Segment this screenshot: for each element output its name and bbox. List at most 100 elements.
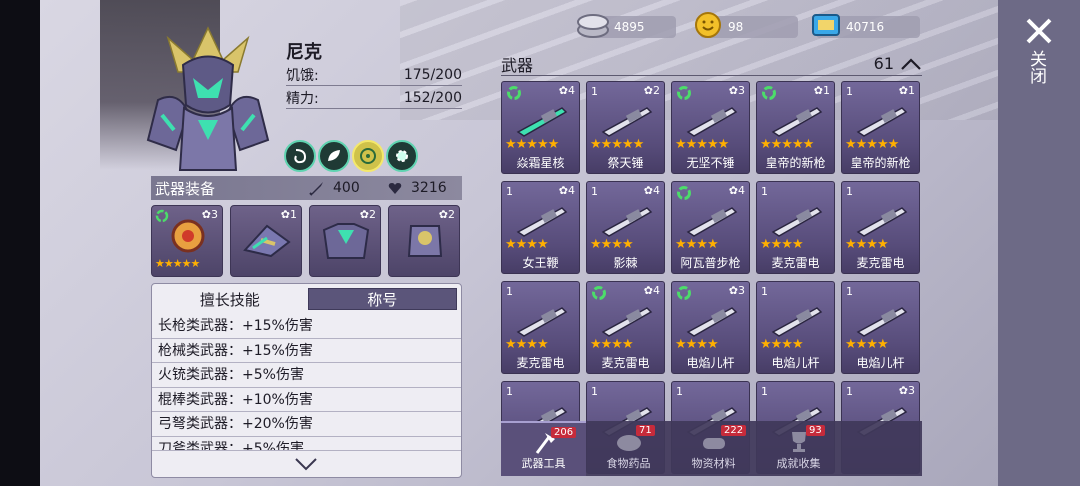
- gear-slot-1[interactable]: ✿3 ★★★★★: [151, 205, 223, 277]
- weapon-card[interactable]: ✿1 ★★★★★ 皇帝的新枪: [756, 81, 835, 174]
- weapon-icon: [516, 207, 568, 237]
- hunger-row: 饥饿: 175/200: [286, 64, 462, 86]
- weapon-card[interactable]: 1 ✿1 ★★★★★ 皇帝的新枪: [841, 81, 920, 174]
- leaf-trait-icon[interactable]: [318, 140, 350, 172]
- nav-count-badge: 206: [551, 427, 577, 438]
- weapon-card[interactable]: ✿3 ★★★★★ 无坚不锤: [671, 81, 750, 174]
- weapon-icon: [856, 107, 908, 137]
- weapon-card[interactable]: 1 ✿4 ★★★★ 女王鞭: [501, 181, 580, 274]
- gold-coin-icon: [695, 12, 721, 38]
- nav-label: 物资材料: [691, 457, 736, 470]
- weapon-icon: [771, 307, 823, 337]
- nav-label: 食物药品: [606, 457, 651, 470]
- recycle-icon: [677, 86, 691, 100]
- weapon-tier-badge: ✿3: [898, 384, 915, 397]
- gear-header: 武器装备 400 3216: [151, 176, 462, 200]
- tab-skills[interactable]: 擅长技能: [156, 288, 304, 310]
- weapon-card[interactable]: 1 ★★★★ 麦克雷电: [501, 281, 580, 374]
- weapon-stars: ★★★★★: [505, 137, 559, 152]
- nav-count-badge: 71: [636, 425, 655, 436]
- weapon-card[interactable]: 1 ★★★★ 麦克雷电: [841, 181, 920, 274]
- weapon-name: 焱霜星核: [516, 156, 565, 170]
- weapon-card[interactable]: ✿4 ★★★★ 麦克雷电: [586, 281, 665, 374]
- weapon-icon: [686, 307, 738, 337]
- weapon-icon: [601, 307, 653, 337]
- gear-trait-icon[interactable]: [386, 140, 418, 172]
- weapons-count-toggle[interactable]: 61: [874, 54, 922, 73]
- stomach-trait-icon[interactable]: [284, 140, 316, 172]
- close-label[interactable]: 关闭: [1026, 50, 1046, 84]
- nav-weapons-tools[interactable]: 206 武器工具: [501, 421, 586, 476]
- bottom-category-nav: 206 武器工具 71 食物药品 222 物资材料 93 成就收集: [501, 421, 922, 476]
- weapon-stars: ★★★★: [505, 337, 549, 352]
- skill-line: 刀斧类武器：+5%伤害: [152, 437, 461, 451]
- weapon-name: 电焰儿杆: [856, 356, 905, 370]
- skills-panel: 擅长技能 称号 长枪类武器：+15%伤害 枪械类武器：+15%伤害 火铳类武器：…: [151, 283, 462, 478]
- weapon-name: 麦克雷电: [516, 356, 565, 370]
- weapon-stars: ★★★★★: [590, 137, 644, 152]
- weapon-level: 1: [761, 285, 768, 298]
- weapon-name: 电焰儿杆: [686, 356, 735, 370]
- weapon-stars: ★★★★★: [675, 137, 729, 152]
- weapon-icon: [771, 107, 823, 137]
- weapon-stars: ★★★★: [760, 237, 804, 252]
- recycle-icon: [592, 286, 606, 300]
- chevron-down-icon[interactable]: [294, 457, 318, 471]
- weapon-icon: [601, 207, 653, 237]
- attack-value: 400: [333, 180, 360, 196]
- close-icon[interactable]: [1020, 12, 1058, 50]
- gear-slot-3[interactable]: ✿2: [309, 205, 381, 277]
- sword-icon: [309, 182, 323, 196]
- energy-label: 精力:: [286, 90, 319, 107]
- health-stat: 3216: [387, 180, 447, 196]
- chevron-up-icon[interactable]: [900, 57, 922, 71]
- left-letterbox: [0, 0, 40, 486]
- recycle-icon: [507, 86, 521, 100]
- nav-food-medicine[interactable]: 71 食物药品: [586, 421, 671, 476]
- weapon-stars: ★★★★: [845, 237, 889, 252]
- weapon-card[interactable]: 1 ★★★★ 电焰儿杆: [841, 281, 920, 374]
- weapon-card[interactable]: 1 ✿4 ★★★★ 影棘: [586, 181, 665, 274]
- weapon-card[interactable]: ✿3 ★★★★ 电焰儿杆: [671, 281, 750, 374]
- weapon-level: 1: [761, 185, 768, 198]
- heart-icon: [388, 183, 402, 194]
- skill-line: 火铳类武器：+5%伤害: [152, 363, 461, 388]
- weapon-tier-badge: ✿3: [728, 84, 745, 97]
- recycle-icon: [677, 286, 691, 300]
- leg-armor-icon: [407, 225, 443, 257]
- weapon-card[interactable]: 1 ★★★★ 麦克雷电: [756, 181, 835, 274]
- gear-slot-2[interactable]: ✿1: [230, 205, 302, 277]
- weapon-icon: [771, 207, 823, 237]
- chest-armor-icon: [322, 223, 370, 259]
- nav-count-badge: 93: [806, 425, 825, 436]
- gear-slot-4[interactable]: ✿2: [388, 205, 460, 277]
- weapon-tier-badge: ✿1: [813, 84, 830, 97]
- weapon-icon: [856, 207, 908, 237]
- weapon-card[interactable]: 1 ✿2 ★★★★★ 祭天锤: [586, 81, 665, 174]
- tab-title[interactable]: 称号: [307, 288, 457, 310]
- game-stage: 尼克 饥饿: 175/200 精力: 152/200 武器装备 400 3216…: [40, 0, 998, 486]
- weapon-stars: ★★★★: [675, 237, 719, 252]
- weapon-name: 阿瓦普步枪: [680, 256, 741, 270]
- weapon-stars: ★★★★: [590, 237, 634, 252]
- weapon-icon: [686, 107, 738, 137]
- nav-achievements[interactable]: 93 成就收集: [756, 421, 841, 476]
- weapon-stars: ★★★★: [760, 337, 804, 352]
- weapon-card[interactable]: 1 ★★★★ 电焰儿杆: [756, 281, 835, 374]
- weapon-tier-badge: ✿3: [728, 284, 745, 297]
- weapons-header: 武器 61: [501, 52, 922, 76]
- weapon-icon: [601, 107, 653, 137]
- weapon-name: 麦克雷电: [771, 256, 820, 270]
- radiation-trait-icon[interactable]: [352, 140, 384, 172]
- weapon-tier-badge: ✿1: [898, 84, 915, 97]
- weapon-card[interactable]: ✿4 ★★★★ 阿瓦普步枪: [671, 181, 750, 274]
- gold-coin-value: 98: [728, 20, 744, 34]
- character-avatar: [146, 26, 270, 171]
- weapon-tier-badge: ✿4: [558, 84, 575, 97]
- weapon-tier-badge: ✿4: [643, 284, 660, 297]
- nav-materials[interactable]: 222 物资材料: [671, 421, 756, 476]
- weapon-level: 1: [591, 185, 598, 198]
- weapon-icon: [686, 207, 738, 237]
- weapon-level: 1: [506, 385, 513, 398]
- weapon-card[interactable]: ✿4 ★★★★★ 焱霜星核: [501, 81, 580, 174]
